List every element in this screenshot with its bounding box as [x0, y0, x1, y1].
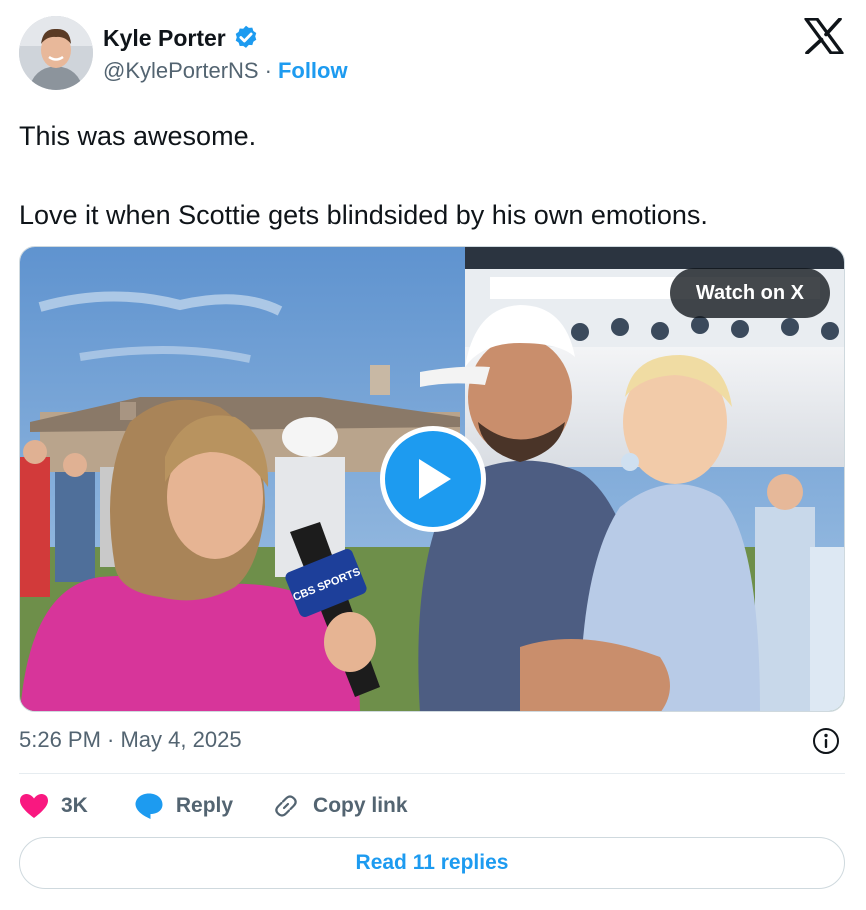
- like-button[interactable]: 3K: [19, 793, 88, 819]
- tweet-line: Love it when Scottie gets blindsided by …: [19, 200, 708, 230]
- like-count: 3K: [61, 794, 88, 817]
- author-handle-row: @KylePorterNS · Follow: [103, 58, 348, 84]
- link-icon: [275, 795, 297, 817]
- reply-bubble-icon: [135, 793, 163, 819]
- play-icon: [419, 459, 451, 499]
- info-icon[interactable]: [812, 727, 840, 755]
- reply-button[interactable]: Reply: [134, 792, 233, 820]
- tweet-timestamp[interactable]: 5:26 PM · May 4, 2025: [19, 727, 242, 753]
- tweet-actions: 3K Reply Copy link: [19, 788, 408, 824]
- verified-badge-icon: [235, 25, 256, 48]
- read-replies-button[interactable]: Read 11 replies: [19, 837, 845, 889]
- video-media[interactable]: CBS SPORTS Watch on X: [19, 246, 845, 712]
- tweet-line: This was awesome.: [19, 121, 257, 151]
- tweet-text: This was awesome. Love it when Scottie g…: [19, 116, 849, 235]
- author-name-row[interactable]: Kyle Porter: [103, 24, 260, 52]
- copy-link-button[interactable]: Copy link: [271, 791, 408, 821]
- play-button[interactable]: [380, 426, 486, 532]
- author-avatar[interactable]: [19, 16, 93, 90]
- watch-on-x-button[interactable]: Watch on X: [669, 268, 830, 318]
- heart-icon: [20, 794, 48, 818]
- author-name[interactable]: Kyle Porter: [103, 25, 226, 52]
- reply-label: Reply: [175, 794, 234, 817]
- x-logo-icon[interactable]: [804, 18, 844, 54]
- follow-button[interactable]: Follow: [278, 58, 348, 84]
- divider: [19, 773, 845, 774]
- separator-dot: ·: [264, 58, 272, 83]
- author-handle[interactable]: @KylePorterNS: [103, 58, 259, 84]
- copy-link-label: Copy link: [313, 794, 408, 817]
